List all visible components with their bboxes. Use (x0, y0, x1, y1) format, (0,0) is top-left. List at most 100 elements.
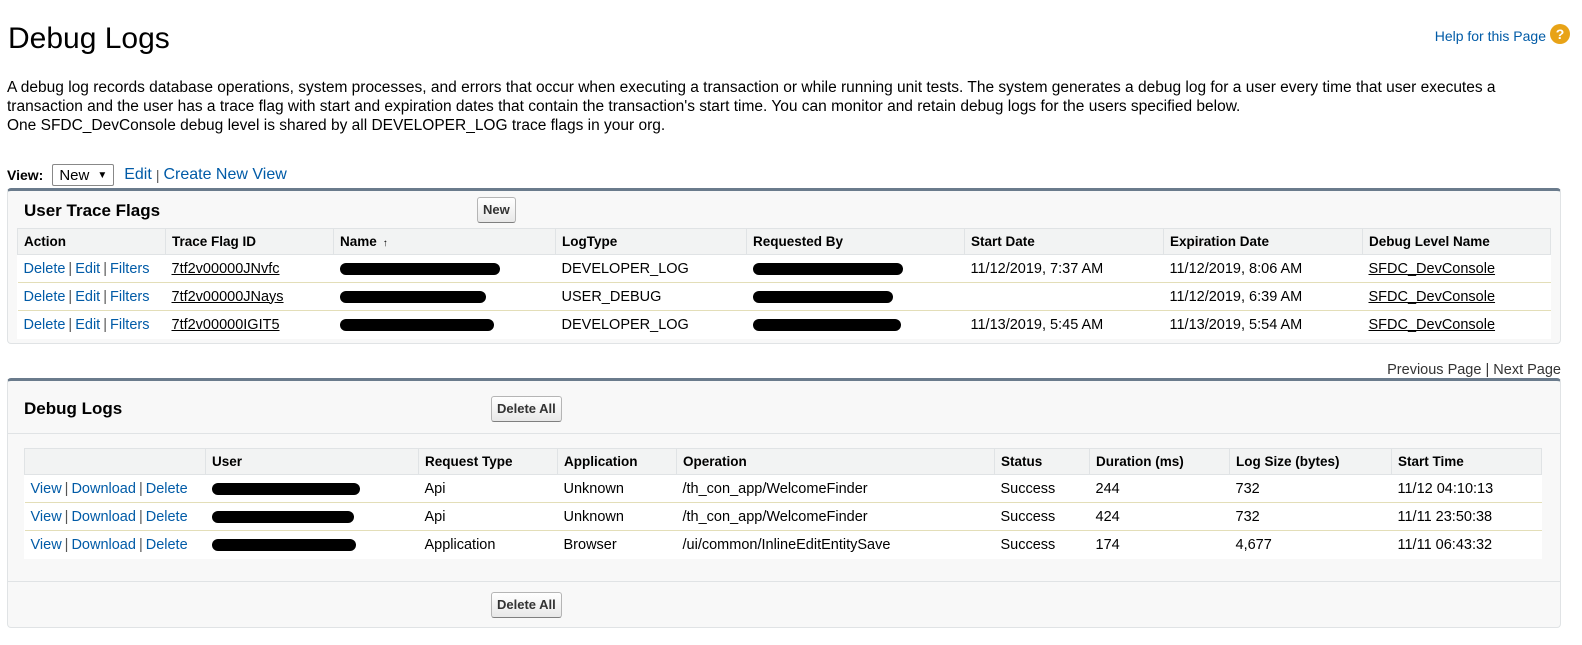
debug-level-link[interactable]: SFDC_DevConsole (1369, 289, 1496, 305)
view-link[interactable]: View (31, 509, 62, 525)
chevron-down-icon: ▼ (97, 169, 108, 181)
separator: | (155, 167, 160, 183)
redacted-user[interactable] (211, 510, 354, 523)
request-type: Api (418, 474, 558, 503)
column-header[interactable]: Start Time (1391, 448, 1542, 475)
download-link[interactable]: Download (71, 537, 136, 553)
log-type: DEVELOPER_LOG (561, 316, 689, 333)
column-header[interactable]: Operation (676, 448, 995, 475)
row-actions: Delete | Edit | Filters (17, 282, 166, 311)
column-header[interactable]: Start Date (964, 228, 1164, 255)
delete-link[interactable]: Delete (146, 537, 188, 553)
duration: 424 (1089, 502, 1230, 531)
duration: 174 (1095, 536, 1120, 553)
status: Success (994, 502, 1090, 531)
trace-flags-table: Action Trace Flag ID Name ↑ LogType Reque… (17, 228, 1551, 339)
application: Unknown (557, 474, 677, 503)
sort-ascending-icon: ↑ (382, 238, 388, 249)
delete-link[interactable]: Delete (24, 261, 66, 277)
operation: /th_con_app/WelcomeFinder (676, 474, 995, 503)
log-type: USER_DEBUG (555, 282, 747, 311)
view-select[interactable]: New ▼ (52, 164, 115, 186)
view-bar: View: New ▼ Edit | Create New View (7, 164, 287, 186)
redacted-name[interactable] (339, 290, 486, 303)
separator: | (1485, 362, 1490, 378)
column-header[interactable]: LogType (555, 228, 747, 255)
column-header[interactable]: Status (994, 448, 1090, 475)
column-header[interactable]: Log Size (bytes) (1229, 448, 1392, 475)
redacted-user[interactable] (211, 538, 356, 551)
view-link[interactable]: View (31, 537, 62, 553)
panel-title: User Trace Flags (24, 201, 161, 220)
table-row: View | Download | Delete Api Unknown /th_con… (24, 474, 1542, 503)
debug-logs-table: User Request Type Application Operation … (24, 448, 1542, 559)
request-type: Application (424, 536, 496, 553)
redacted-name[interactable] (339, 262, 500, 275)
column-header[interactable]: Expiration Date (1163, 228, 1363, 255)
delete-all-button-bottom[interactable]: Delete All (491, 592, 562, 618)
table-row: Delete | Edit | Filters 7tf2v00000JNvfc DEVE… (17, 254, 1551, 283)
table-row: Delete | Edit | Filters 7tf2v00000IGIT5 DEVE… (18, 311, 1551, 339)
row-actions: Delete | Edit | Filters (23, 316, 150, 333)
table-row: View | Download | Delete Api Unknown /th_con… (24, 502, 1542, 531)
view-link[interactable]: View (31, 481, 62, 497)
new-trace-flag-button[interactable]: New (477, 197, 516, 223)
row-actions: View | Download | Delete (24, 502, 206, 531)
row-actions: Delete | Edit | Filters (17, 254, 166, 283)
trace-flag-id-link[interactable]: 7tf2v00000JNvfc (172, 261, 280, 277)
filters-link[interactable]: Filters (110, 289, 149, 305)
edit-view-link[interactable]: Edit (124, 166, 152, 184)
operation: /th_con_app/WelcomeFinder (676, 502, 995, 531)
delete-link[interactable]: Delete (24, 289, 66, 305)
delete-link[interactable]: Delete (146, 481, 188, 497)
column-header[interactable]: User (205, 448, 419, 475)
log-size: 732 (1229, 502, 1392, 531)
filters-link[interactable]: Filters (110, 261, 149, 277)
table-row: Delete | Edit | Filters 7tf2v00000JNays USER… (17, 282, 1551, 311)
filters-link[interactable]: Filters (110, 317, 149, 333)
column-header-sorted[interactable]: Name ↑ (333, 228, 556, 255)
help-question-icon[interactable]: ? (1550, 24, 1570, 44)
log-type: DEVELOPER_LOG (555, 254, 747, 283)
download-link[interactable]: Download (71, 509, 136, 525)
column-header[interactable]: Debug Level Name (1362, 228, 1551, 255)
redacted-requested-by[interactable] (752, 290, 893, 303)
debug-level-link[interactable]: SFDC_DevConsole (1369, 317, 1496, 333)
divider (8, 581, 1560, 582)
row-actions: View | Download | Delete (24, 474, 206, 503)
debug-logs-panel: Debug Logs Delete All User Request Type … (7, 378, 1561, 628)
table-header-row: User Request Type Application Operation … (24, 448, 1542, 475)
next-page-link[interactable]: Next Page (1493, 362, 1561, 378)
start-time: 11/11 23:50:38 (1391, 502, 1542, 531)
column-header[interactable]: Request Type (418, 448, 558, 475)
column-header[interactable]: Trace Flag ID (165, 228, 334, 255)
delete-link[interactable]: Delete (146, 509, 188, 525)
expiration-date: 11/12/2019, 6:39 AM (1163, 282, 1363, 311)
table-header-row: Action Trace Flag ID Name ↑ LogType Reque… (17, 228, 1551, 255)
expiration-date: 11/13/2019, 5:54 AM (1169, 316, 1303, 333)
column-header[interactable]: Requested By (746, 228, 965, 255)
operation: /ui/common/InlineEditEntitySave (682, 536, 891, 553)
delete-all-button-top[interactable]: Delete All (491, 396, 562, 422)
redacted-requested-by[interactable] (752, 262, 903, 275)
edit-link[interactable]: Edit (75, 261, 100, 277)
trace-flag-id-link[interactable]: 7tf2v00000JNays (172, 289, 284, 305)
debug-level-link[interactable]: SFDC_DevConsole (1369, 261, 1496, 277)
column-header[interactable]: Duration (ms) (1089, 448, 1230, 475)
redacted-name[interactable] (339, 318, 494, 331)
redacted-requested-by[interactable] (752, 318, 901, 331)
delete-link[interactable]: Delete (24, 317, 66, 333)
create-new-view-link[interactable]: Create New View (163, 166, 286, 184)
panel-title: Debug Logs (24, 399, 123, 418)
previous-page-link[interactable]: Previous Page (1387, 362, 1481, 378)
trace-flag-id-link[interactable]: 7tf2v00000IGIT5 (172, 317, 280, 333)
column-header (24, 448, 206, 475)
application: Unknown (557, 502, 677, 531)
help-link[interactable]: Help for this Page (1435, 28, 1546, 44)
column-header[interactable]: Application (557, 448, 677, 475)
edit-link[interactable]: Edit (75, 317, 100, 333)
view-select-value: New (59, 166, 90, 184)
edit-link[interactable]: Edit (75, 289, 100, 305)
redacted-user[interactable] (211, 482, 360, 495)
download-link[interactable]: Download (71, 481, 136, 497)
